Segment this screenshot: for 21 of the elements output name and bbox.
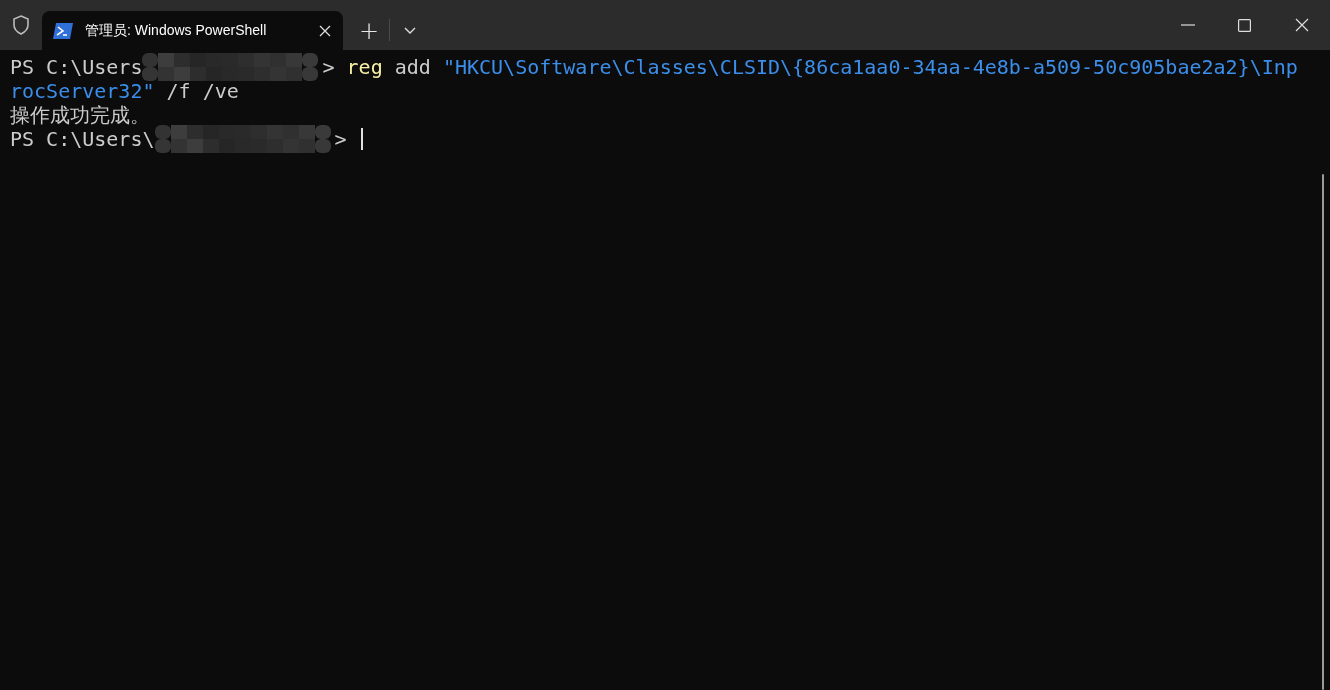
close-icon[interactable] xyxy=(1294,18,1309,32)
minimize-icon[interactable] xyxy=(1180,24,1195,26)
terminal-text: "HKCU\Software\Classes\CLSID\{86ca1aa0-34aa-4e8b-a509-50c905bae2a2}\Inp xyxy=(442,55,1298,79)
scrollbar[interactable] xyxy=(1322,174,1324,690)
terminal-text: PS C:\Users xyxy=(10,55,143,79)
terminal-text: add xyxy=(393,55,432,79)
terminal-text: PS C:\Users\ xyxy=(10,127,155,151)
new-tab-button[interactable]: + xyxy=(349,11,389,50)
close-icon[interactable] xyxy=(319,24,331,37)
chevron-down-icon[interactable] xyxy=(404,26,416,35)
terminal-text: rocServer32" xyxy=(10,79,155,103)
terminal-text: 操作成功完成。 xyxy=(10,103,150,127)
maximize-icon[interactable] xyxy=(1238,18,1251,32)
terminal-text: > xyxy=(334,127,348,151)
powershell-icon xyxy=(53,22,73,39)
terminal-text: /f /ve xyxy=(165,79,239,103)
text-cursor xyxy=(360,128,363,150)
shield-icon[interactable] xyxy=(12,15,30,35)
terminal-text: reg xyxy=(346,55,383,79)
terminal-text: > xyxy=(322,55,336,79)
terminal-tab[interactable]: 管理员: Windows PowerShell xyxy=(42,11,343,50)
